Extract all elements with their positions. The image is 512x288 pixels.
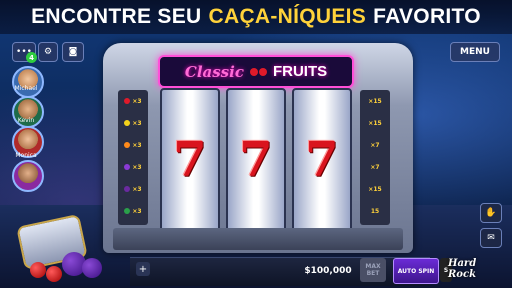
payout-value: ×3 bbox=[132, 119, 142, 127]
headline-part2: CAÇA-NÍQUEIS bbox=[208, 5, 367, 28]
paytable-row: ×3 bbox=[118, 114, 148, 132]
paytable-row: ×7 bbox=[360, 158, 390, 176]
payout-value: ×3 bbox=[132, 163, 142, 171]
cherry-icon bbox=[46, 266, 62, 282]
paytable-row: ×3 bbox=[118, 136, 148, 154]
notification-badge: 4 bbox=[26, 52, 37, 63]
paytable-row: ×15 bbox=[360, 180, 390, 198]
auto-spin-button[interactable]: AUTO SPIN bbox=[393, 258, 439, 284]
payout-value: ×3 bbox=[132, 141, 142, 149]
orange-icon bbox=[124, 142, 131, 148]
plus-icon: + bbox=[138, 263, 148, 275]
paytable-row: ×3 bbox=[118, 202, 148, 220]
machine-logo-marquee: Classic FRUITS bbox=[158, 55, 354, 88]
seven-symbol: 7 bbox=[173, 132, 207, 188]
max-bet-button[interactable]: MAX BET bbox=[360, 258, 386, 282]
lemon-icon bbox=[124, 120, 131, 126]
paytable-row: ×3 bbox=[118, 158, 148, 176]
cherry-icon bbox=[124, 98, 131, 104]
cherry-icon bbox=[30, 262, 46, 278]
bet-increase-button[interactable]: + bbox=[136, 262, 150, 276]
payout-value: 15 bbox=[370, 207, 380, 215]
seven-symbol: 7 bbox=[305, 132, 339, 188]
watermelon-icon bbox=[124, 208, 131, 214]
machine-base bbox=[113, 228, 403, 250]
paytable-left: ×3 ×3 ×3 ×3 ×3 ×3 bbox=[118, 90, 148, 225]
payout-value: ×15 bbox=[368, 185, 382, 193]
reel-2: 7 bbox=[226, 88, 286, 232]
settings-button[interactable]: ⚙ bbox=[38, 42, 58, 62]
seven-symbol: 7 bbox=[239, 132, 273, 188]
chat-button[interactable]: ✉ bbox=[480, 228, 502, 248]
player-name: Monica bbox=[15, 152, 37, 159]
paytable-row: ×3 bbox=[118, 180, 148, 198]
headline-part1: ENCONTRE SEU bbox=[31, 5, 202, 28]
paytable-row: ×7 bbox=[360, 136, 390, 154]
headline-part3: FAVORITO bbox=[373, 5, 481, 28]
paytable-row: 15 bbox=[360, 202, 390, 220]
logo-fruits-text: FRUITS bbox=[272, 63, 328, 80]
player-name: Michael bbox=[14, 85, 38, 92]
chat-icon: ✉ bbox=[487, 233, 495, 243]
gear-icon: ⚙ bbox=[43, 47, 53, 57]
player-avatar-luna[interactable] bbox=[12, 160, 44, 192]
logo-classic-text: Classic bbox=[184, 62, 244, 81]
payout-value: ×3 bbox=[132, 97, 142, 105]
payout-value: ×3 bbox=[132, 207, 142, 215]
player-name: Kevin bbox=[17, 117, 35, 124]
payout-value: ×7 bbox=[370, 163, 380, 171]
plum-icon bbox=[82, 258, 102, 278]
payout-value: ×3 bbox=[132, 185, 142, 193]
grape-icon bbox=[124, 186, 131, 192]
cherries-icon bbox=[249, 67, 267, 76]
camera-icon: ◙ bbox=[68, 47, 78, 57]
promo-headline: ENCONTRE SEU CAÇA-NÍQUEIS FAVORITO bbox=[0, 0, 512, 34]
paytable-row: ×3 bbox=[118, 92, 148, 110]
payout-value: ×7 bbox=[370, 141, 380, 149]
plum-icon bbox=[124, 164, 131, 170]
paytable-row: ×15 bbox=[360, 114, 390, 132]
decorative-mini-slot bbox=[2, 168, 123, 288]
reel-3: 7 bbox=[292, 88, 352, 232]
hand-icon: ✋ bbox=[485, 208, 497, 218]
menu-button[interactable]: MENU bbox=[450, 42, 500, 62]
coin-balance: $100,000 bbox=[304, 266, 352, 276]
payout-value: ×15 bbox=[368, 97, 382, 105]
reel-1: 7 bbox=[160, 88, 220, 232]
side-tool-button[interactable]: ✋ bbox=[480, 203, 502, 223]
hard-rock-logo: Hard Rock bbox=[448, 258, 477, 280]
payout-value: ×15 bbox=[368, 119, 382, 127]
camera-button[interactable]: ◙ bbox=[62, 42, 84, 62]
player-avatar-michael[interactable] bbox=[12, 66, 44, 98]
paytable-right: ×15 ×15 ×7 ×7 ×15 15 bbox=[360, 90, 390, 225]
paytable-row: ×15 bbox=[360, 92, 390, 110]
